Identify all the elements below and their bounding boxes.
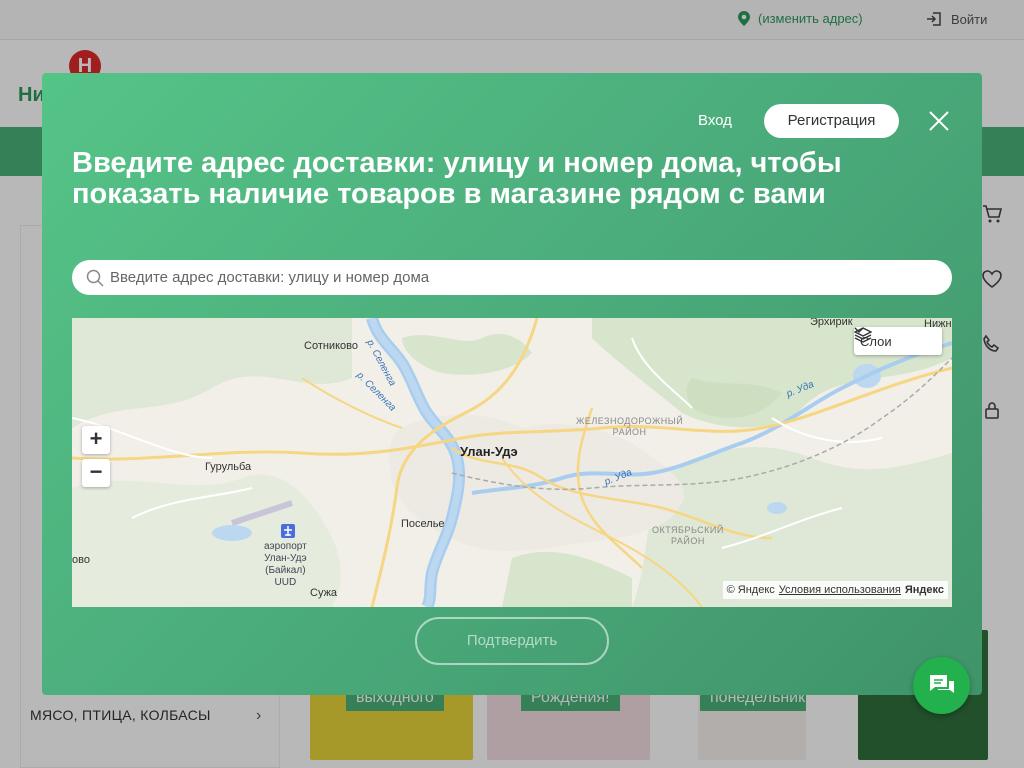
map-label: ЖЕЛЕЗНОДОРОЖНЫЙ РАЙОН xyxy=(576,416,683,438)
map-label: Сужа xyxy=(310,587,338,599)
airport-line: (Байкал) xyxy=(265,565,306,576)
address-search-input[interactable] xyxy=(110,260,930,295)
map-label: Гурульба xyxy=(205,461,252,473)
layers-button[interactable]: Слои xyxy=(854,327,942,355)
airport-line: UUD xyxy=(274,577,297,588)
map-label: Сотниково xyxy=(304,340,358,352)
search-icon xyxy=(86,269,104,287)
terms-link[interactable]: Условия использования xyxy=(779,584,901,596)
map-label-city: Улан-Удэ xyxy=(460,444,518,459)
chevron-down-icon xyxy=(854,327,864,333)
confirm-button[interactable]: Подтвердить xyxy=(415,617,609,665)
district-line: РАЙОН xyxy=(670,536,705,546)
district-line: ОКТЯБРЬСКИЙ xyxy=(652,525,724,535)
modal-title: Введите адрес доставки: улицу и номер до… xyxy=(72,147,842,210)
yandex-map[interactable]: Сотниково Эрхирик Нижн р. Селенга р. Сел… xyxy=(72,318,952,607)
map-copyright: © Яндекс Условия использования Яндекс xyxy=(722,581,948,599)
map-label: ово xyxy=(72,554,90,566)
chat-button[interactable] xyxy=(913,657,970,714)
address-search-field[interactable] xyxy=(72,260,952,295)
copyright-text: © Яндекс xyxy=(726,584,775,596)
chat-icon xyxy=(930,675,954,693)
airport-line: Улан-Удэ xyxy=(264,553,307,564)
zoom-in-button[interactable]: + xyxy=(82,426,110,454)
map-label: ОКТЯБРЬСКИЙ РАЙОН xyxy=(652,525,724,547)
modal-login-link[interactable]: Вход xyxy=(698,112,732,129)
yandex-logo[interactable]: Яндекс xyxy=(905,584,944,596)
district-line: РАЙОН xyxy=(612,427,647,437)
register-button[interactable]: Регистрация xyxy=(764,104,899,138)
district-line: ЖЕЛЕЗНОДОРОЖНЫЙ xyxy=(576,416,684,426)
map-tiles xyxy=(72,318,952,607)
map-label-airport: аэропорт Улан-Удэ (Байкал) UUD xyxy=(264,541,307,589)
map-label: Эрхирик xyxy=(810,318,853,328)
address-modal: Вход Регистрация Введите адрес доставки:… xyxy=(42,73,982,695)
airport-line: аэропорт xyxy=(264,541,307,552)
map-label: Поселье xyxy=(401,518,445,530)
close-icon[interactable] xyxy=(928,110,950,132)
zoom-out-button[interactable]: − xyxy=(82,459,110,487)
